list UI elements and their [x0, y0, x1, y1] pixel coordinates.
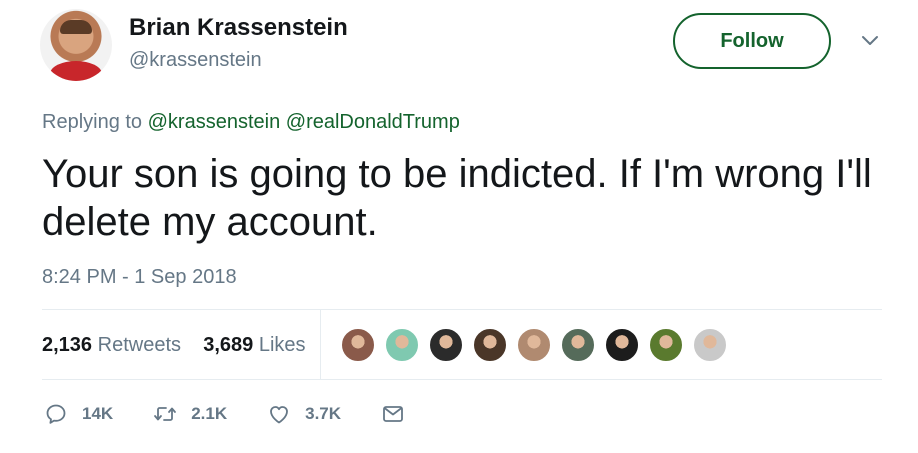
replying-to-label: Replying to: [42, 111, 143, 133]
heart-icon: [270, 406, 289, 424]
liker-avatar[interactable]: [604, 327, 640, 363]
like-count: 3.7K: [305, 404, 342, 423]
divider-top: [42, 309, 882, 310]
liker-avatar[interactable]: [648, 327, 684, 363]
divider-bottom: [42, 379, 882, 380]
retweets-count: 2,136: [42, 334, 93, 356]
liker-avatar[interactable]: [692, 327, 728, 363]
direct-message-action[interactable]: [381, 402, 405, 426]
liker-avatar[interactable]: [516, 327, 552, 363]
retweet-count: 2.1K: [191, 404, 228, 423]
tweet-stats: 2,136 Retweets 3,689 Likes: [42, 333, 306, 357]
retweets-stat[interactable]: 2,136 Retweets: [42, 334, 181, 356]
mention-realdonaldtrump[interactable]: @realDonaldTrump: [286, 111, 460, 133]
mail-icon: [383, 406, 403, 422]
avatar-shirt: [50, 61, 102, 81]
retweets-label: Retweets: [97, 334, 181, 356]
tweet-actions: 14K 2.1K 3.7K: [44, 402, 445, 426]
divider-vertical: [320, 310, 321, 379]
tweet-text: Your son is going to be indicted. If I'm…: [42, 152, 872, 244]
mention-krassenstein[interactable]: @krassenstein: [148, 111, 281, 133]
follow-button[interactable]: Follow: [673, 13, 831, 69]
like-action[interactable]: 3.7K: [267, 402, 341, 426]
liker-avatar[interactable]: [560, 327, 596, 363]
liker-avatars: [340, 327, 736, 363]
likes-stat[interactable]: 3,689 Likes: [203, 334, 305, 356]
author-avatar[interactable]: [40, 9, 112, 81]
reply-icon: [46, 404, 66, 424]
likes-label: Likes: [258, 334, 306, 356]
avatar-hair: [60, 20, 92, 34]
tweet-timestamp[interactable]: 8:24 PM - 1 Sep 2018: [42, 265, 237, 289]
author-name[interactable]: Brian Krassenstein: [129, 14, 348, 42]
retweet-icon: [154, 407, 177, 421]
liker-avatar[interactable]: [340, 327, 376, 363]
author-handle[interactable]: @krassenstein: [129, 48, 262, 72]
liker-avatar[interactable]: [472, 327, 508, 363]
chevron-down-icon[interactable]: [860, 33, 880, 47]
replying-to: Replying to @krassenstein @realDonaldTru…: [42, 110, 460, 134]
reply-action[interactable]: 14K: [44, 402, 113, 426]
reply-count: 14K: [82, 404, 114, 423]
likes-count: 3,689: [203, 334, 254, 356]
liker-avatar[interactable]: [428, 327, 464, 363]
retweet-action[interactable]: 2.1K: [153, 402, 227, 426]
liker-avatar[interactable]: [384, 327, 420, 363]
